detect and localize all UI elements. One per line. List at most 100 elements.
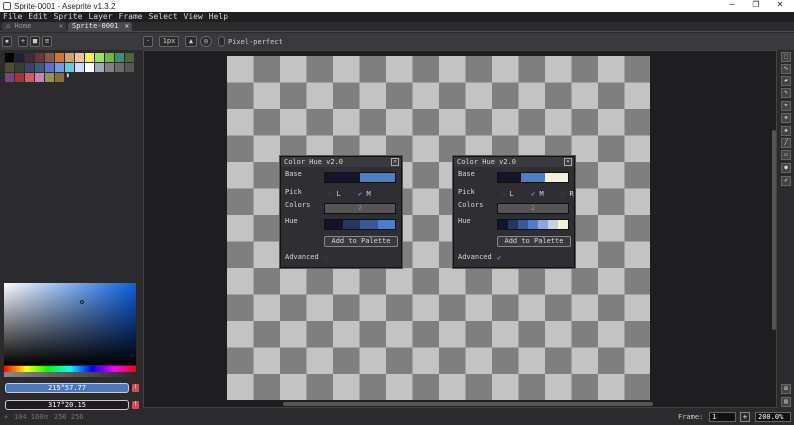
warning-icon[interactable]: ! [132,401,139,409]
palette-swatch[interactable] [125,63,134,72]
eraser-tool-icon[interactable]: ▰ [781,76,791,86]
alpha-slider[interactable] [4,372,136,377]
palette-swatch[interactable] [55,73,64,82]
palette-swatch[interactable] [95,63,104,72]
picker-cursor[interactable] [80,300,84,304]
color-swatch[interactable] [325,173,360,182]
palette-swatch[interactable] [115,53,124,62]
brush-size-field[interactable]: 1px [159,36,179,47]
palette-swatch[interactable] [15,53,24,62]
menu-frame[interactable]: Frame [119,12,143,22]
frame-field[interactable]: 1 [709,412,736,422]
lasso-tool-icon[interactable]: ∿ [781,64,791,74]
palette-swatch[interactable] [115,63,124,72]
marquee-tool-icon[interactable]: ⬚ [781,52,791,62]
pick-l-checkbox[interactable]: ○ L [501,190,514,198]
palette-swatch[interactable] [65,63,74,72]
menu-layer[interactable]: Layer [88,12,112,22]
background-color[interactable]: 317°20.15 [5,400,129,410]
text-tool-icon[interactable]: ✐ [781,176,791,186]
palette-swatch[interactable] [25,63,34,72]
close-icon[interactable]: ✕ [391,158,399,166]
palette-swatch[interactable] [65,53,74,62]
palette-options-icon[interactable]: ■ [30,36,40,47]
palette-resize-handle[interactable]: ▮ [66,72,70,79]
move-tool-icon[interactable]: ✥ [781,113,791,123]
color-swatch[interactable] [521,173,545,182]
color-swatch[interactable] [360,173,395,182]
color-swatch[interactable] [498,220,508,229]
menu-sprite[interactable]: Sprite [54,12,83,22]
palette-swatch[interactable] [25,53,34,62]
color-swatch[interactable] [508,220,518,229]
ink-icon[interactable]: ▲ [185,36,197,47]
color-sv-picker[interactable] [4,283,136,365]
add-to-palette-button[interactable]: Add to Palette [497,236,571,247]
zoom-field[interactable]: 200.0% [755,412,791,422]
base-colors[interactable] [324,172,396,183]
rectangle-tool-icon[interactable]: ▭ [781,150,791,160]
colors-slider[interactable]: 2 [497,203,569,214]
close-icon[interactable]: ✕ [125,22,129,30]
pixel-perfect-checkbox[interactable] [218,36,225,47]
close-icon[interactable]: ✕ [564,158,572,166]
new-frame-button[interactable]: + [740,412,750,422]
colors-slider[interactable]: 2 [324,203,396,214]
pencil-tool-icon[interactable]: ✎ [781,88,791,98]
color-swatch[interactable] [377,220,395,229]
minimize-button[interactable]: ─ [720,0,744,9]
color-swatch[interactable] [558,220,568,229]
palette-swatch[interactable] [5,63,14,72]
maximize-button[interactable]: ❐ [744,0,768,9]
color-swatch[interactable] [518,220,528,229]
palette-swatch[interactable] [5,73,14,82]
horizontal-scrollbar[interactable] [283,402,653,406]
menu-help[interactable]: Help [209,12,228,22]
palette-swatch[interactable] [35,53,44,62]
tab-home[interactable]: ⌂ Home ✕ [2,22,66,32]
palette-menu-icon[interactable]: ≡ [42,36,52,47]
palette-swatch[interactable] [105,63,114,72]
vertical-scrollbar[interactable] [772,130,776,330]
blur-tool-icon[interactable]: ● [781,163,791,173]
color-swatch[interactable] [544,173,568,182]
palette-swatch[interactable] [125,53,134,62]
timeline-icon[interactable]: ▤ [781,397,791,407]
color-swatch[interactable] [325,220,343,229]
advanced-checkbox[interactable]: □ [324,254,328,262]
fill-tool-icon[interactable]: ◈ [781,126,791,136]
palette-swatch[interactable] [15,73,24,82]
palette-swatch[interactable] [5,53,14,62]
close-button[interactable]: ✕ [768,0,792,9]
color-swatch[interactable] [538,220,548,229]
palette-swatch[interactable] [75,53,84,62]
hue-colors[interactable] [324,219,396,230]
palette-swatch[interactable] [35,63,44,72]
color-swatch[interactable] [360,220,378,229]
warning-icon[interactable]: ! [132,384,139,392]
palette-swatch[interactable] [45,53,54,62]
pick-r-checkbox[interactable]: ○ R [561,190,574,198]
pick-l-checkbox[interactable]: ○ L [328,190,341,198]
menu-view[interactable]: View [184,12,203,22]
palette-swatch[interactable] [55,53,64,62]
palette-swatch[interactable] [25,73,34,82]
brush-type-button[interactable]: · [143,36,153,47]
foreground-color[interactable]: 215°57.77 [5,383,129,393]
tab-sprite[interactable]: Sprite-0001 ✕ [68,22,132,32]
menu-edit[interactable]: Edit [28,12,47,22]
hue-colors[interactable] [497,219,569,230]
add-color-icon[interactable]: + [18,36,28,47]
color-swatch[interactable] [528,220,538,229]
eyedropper-tool-icon[interactable]: ⌖ [781,101,791,111]
palette-swatch[interactable] [45,73,54,82]
menu-select[interactable]: Select [149,12,178,22]
palette-swatch[interactable] [85,53,94,62]
menu-file[interactable]: File [3,12,22,22]
pick-m-checkbox[interactable]: ✔ M [531,190,544,198]
add-to-palette-button[interactable]: Add to Palette [324,236,398,247]
advanced-checkbox[interactable]: ✔ [497,254,501,262]
palette-swatch[interactable] [105,53,114,62]
lock-icon[interactable]: ▪ [2,36,12,47]
palette-swatch[interactable] [85,63,94,72]
